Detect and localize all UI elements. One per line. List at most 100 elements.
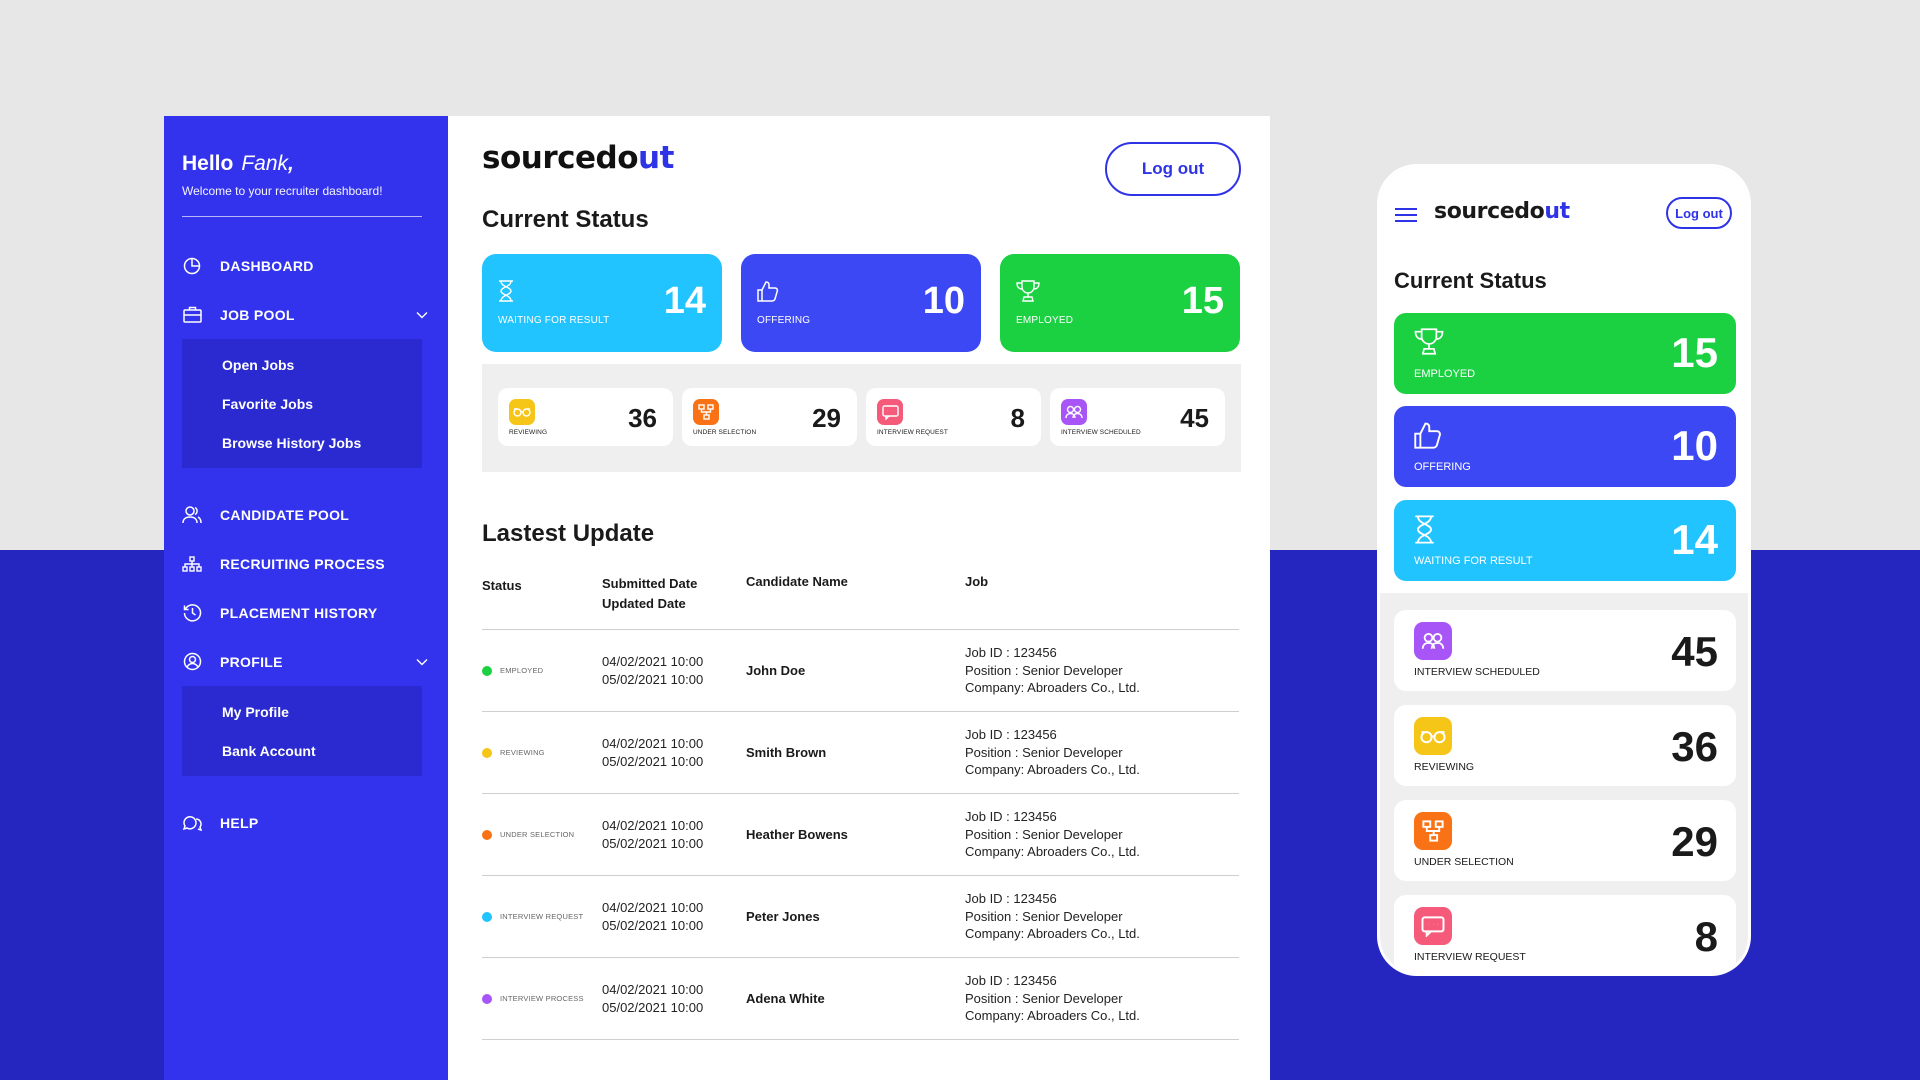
greeting-hello: Hello bbox=[182, 152, 234, 175]
hourglass-icon bbox=[498, 280, 514, 307]
row-status: INTERVIEW REQUEST bbox=[482, 911, 602, 922]
status-card-offering[interactable]: OFFERING 10 bbox=[741, 254, 981, 352]
mobile-header-area: sourcedo ut Log out Current Status EMPLOY… bbox=[1380, 167, 1748, 593]
mobile-card-label: WAITING FOR RESULT bbox=[1414, 555, 1533, 567]
sidebar-item-recruiting-process[interactable]: RECRUITING PROCESS bbox=[182, 539, 428, 588]
row-status: INTERVIEW PROCESS bbox=[482, 993, 602, 1004]
mini-card-under-selection[interactable]: UNDER SELECTION 29 bbox=[682, 388, 857, 446]
sidebar-item-label: PROFILE bbox=[220, 653, 283, 670]
row-job: Job ID : 123456 Position : Senior Develop… bbox=[965, 809, 1140, 860]
mobile-card-offering[interactable]: OFFERING 10 bbox=[1394, 406, 1736, 487]
mobile-item-value: 36 bbox=[1671, 723, 1718, 770]
message-icon bbox=[1414, 907, 1452, 945]
desktop-dashboard: Hello Fank, Welcome to your recruiter da… bbox=[164, 116, 1270, 1080]
row-status: EMPLOYED bbox=[482, 665, 602, 676]
sidebar-item-label: RECRUITING PROCESS bbox=[220, 555, 385, 572]
row-dates: 04/02/2021 10:00 05/02/2021 10:00 bbox=[602, 981, 704, 1015]
submenu-my-profile[interactable]: My Profile bbox=[222, 692, 422, 731]
sidebar-item-job-pool[interactable]: JOB POOL bbox=[182, 290, 428, 339]
mobile-card-waiting[interactable]: WAITING FOR RESULT 14 bbox=[1394, 500, 1736, 581]
greeting: Hello Fank, bbox=[182, 152, 448, 176]
status-card-value: 15 bbox=[1181, 280, 1224, 322]
chevron-down-icon[interactable] bbox=[416, 306, 428, 322]
history-icon bbox=[182, 603, 202, 623]
row-dates: 04/02/2021 10:00 05/02/2021 10:00 bbox=[602, 899, 704, 933]
status-card-label: OFFERING bbox=[757, 315, 811, 326]
mobile-item-interview-scheduled[interactable]: INTERVIEW SCHEDULED 45 bbox=[1394, 610, 1736, 691]
row-dates: 04/02/2021 10:00 05/02/2021 10:00 bbox=[602, 817, 704, 851]
profile-submenu: My Profile Bank Account bbox=[182, 686, 422, 776]
status-card-value: 14 bbox=[663, 280, 706, 322]
row-dates: 04/02/2021 10:00 05/02/2021 10:00 bbox=[602, 653, 704, 687]
mobile-dashboard: sourcedo ut Log out Current Status EMPLOY… bbox=[1377, 164, 1751, 976]
mobile-item-under-selection[interactable]: UNDER SELECTION 29 bbox=[1394, 800, 1736, 881]
table-row[interactable]: EMPLOYED 04/02/2021 10:00 05/02/2021 10:0… bbox=[482, 630, 1239, 712]
mobile-card-employed[interactable]: EMPLOYED 15 bbox=[1394, 313, 1736, 394]
status-card-label: EMPLOYED bbox=[1016, 315, 1074, 326]
mobile-item-value: 8 bbox=[1694, 913, 1718, 960]
sidebar-item-placement-history[interactable]: PLACEMENT HISTORY bbox=[182, 588, 428, 637]
main-content: sourcedo ut Log out Current Status WAITIN… bbox=[448, 116, 1270, 1080]
submenu-browse-history-jobs[interactable]: Browse History Jobs bbox=[222, 423, 422, 462]
mini-card-value: 36 bbox=[628, 403, 657, 433]
mobile-sub-status-list: INTERVIEW SCHEDULED 45 REVIEWING 36 UNDE… bbox=[1394, 610, 1736, 973]
mobile-brand-logo[interactable]: sourcedo ut bbox=[1434, 199, 1570, 224]
mini-card-interview-scheduled[interactable]: INTERVIEW SCHEDULED 45 bbox=[1050, 388, 1225, 446]
row-candidate: John Doe bbox=[746, 663, 806, 678]
welcome-text: Welcome to your recruiter dashboard! bbox=[182, 184, 383, 198]
sidebar-divider bbox=[182, 216, 422, 217]
table-row[interactable]: REVIEWING 04/02/2021 10:00 05/02/2021 10:… bbox=[482, 712, 1239, 794]
table-row[interactable]: INTERVIEW PROCESS 04/02/2021 10:00 05/02/… bbox=[482, 958, 1239, 1040]
sidebar-item-help[interactable]: HELP bbox=[182, 798, 428, 847]
logout-button[interactable]: Log out bbox=[1105, 142, 1241, 196]
chevron-down-icon[interactable] bbox=[416, 653, 428, 669]
glasses-icon bbox=[1414, 717, 1452, 755]
row-job: Job ID : 123456 Position : Senior Develop… bbox=[965, 727, 1140, 778]
mobile-item-interview-request[interactable]: INTERVIEW REQUEST 8 bbox=[1394, 895, 1736, 973]
people-icon bbox=[1061, 399, 1087, 425]
users-icon bbox=[182, 505, 202, 525]
mini-card-label: REVIEWING bbox=[509, 429, 548, 436]
status-dot bbox=[482, 747, 492, 758]
mobile-card-value: 10 bbox=[1671, 422, 1718, 469]
row-job: Job ID : 123456 Position : Senior Develop… bbox=[965, 891, 1140, 942]
trophy-icon bbox=[1016, 280, 1040, 307]
row-candidate: Smith Brown bbox=[746, 745, 827, 760]
chat-bubbles-icon bbox=[182, 813, 202, 833]
row-job: Job ID : 123456 Position : Senior Develop… bbox=[965, 973, 1140, 1024]
flow-icon bbox=[1414, 812, 1452, 850]
status-card-employed[interactable]: EMPLOYED 15 bbox=[1000, 254, 1240, 352]
submenu-favorite-jobs[interactable]: Favorite Jobs bbox=[222, 384, 422, 423]
sidebar-item-profile[interactable]: PROFILE bbox=[182, 637, 428, 686]
hamburger-menu-icon[interactable] bbox=[1394, 207, 1418, 228]
status-dot bbox=[482, 911, 492, 922]
table-row[interactable]: UNDER SELECTION 04/02/2021 10:00 05/02/20… bbox=[482, 794, 1239, 876]
mobile-card-label: OFFERING bbox=[1414, 461, 1471, 473]
briefcase-icon bbox=[182, 305, 202, 325]
header-candidate: Candidate Name bbox=[746, 574, 848, 589]
mobile-item-reviewing[interactable]: REVIEWING 36 bbox=[1394, 705, 1736, 786]
sidebar-item-dashboard[interactable]: DASHBOARD bbox=[182, 241, 428, 290]
table-row[interactable]: INTERVIEW REQUEST 04/02/2021 10:00 05/02/… bbox=[482, 876, 1239, 958]
current-status-title: Current Status bbox=[482, 206, 649, 233]
status-card-value: 10 bbox=[922, 280, 965, 322]
thumbs-up-icon bbox=[757, 280, 779, 307]
status-dot bbox=[482, 993, 492, 1004]
mobile-item-label: UNDER SELECTION bbox=[1414, 856, 1514, 868]
submenu-open-jobs[interactable]: Open Jobs bbox=[222, 345, 422, 384]
sidebar-item-label: HELP bbox=[220, 814, 259, 831]
header-dates: Submitted Date Updated Date bbox=[602, 576, 698, 611]
mobile-item-value: 29 bbox=[1671, 818, 1718, 865]
header-job: Job bbox=[965, 574, 989, 589]
mini-card-interview-request[interactable]: INTERVIEW REQUEST 8 bbox=[866, 388, 1041, 446]
row-candidate: Heather Bowens bbox=[746, 827, 848, 842]
flow-icon bbox=[693, 399, 719, 425]
status-card-waiting[interactable]: WAITING FOR RESULT 14 bbox=[482, 254, 722, 352]
mobile-card-label: EMPLOYED bbox=[1414, 368, 1476, 380]
row-candidate: Adena White bbox=[746, 991, 825, 1006]
mini-card-reviewing[interactable]: REVIEWING 36 bbox=[498, 388, 673, 446]
people-icon bbox=[1414, 622, 1452, 660]
mobile-logout-button[interactable]: Log out bbox=[1666, 197, 1732, 229]
sidebar-item-candidate-pool[interactable]: CANDIDATE POOL bbox=[182, 490, 428, 539]
submenu-bank-account[interactable]: Bank Account bbox=[222, 731, 422, 770]
